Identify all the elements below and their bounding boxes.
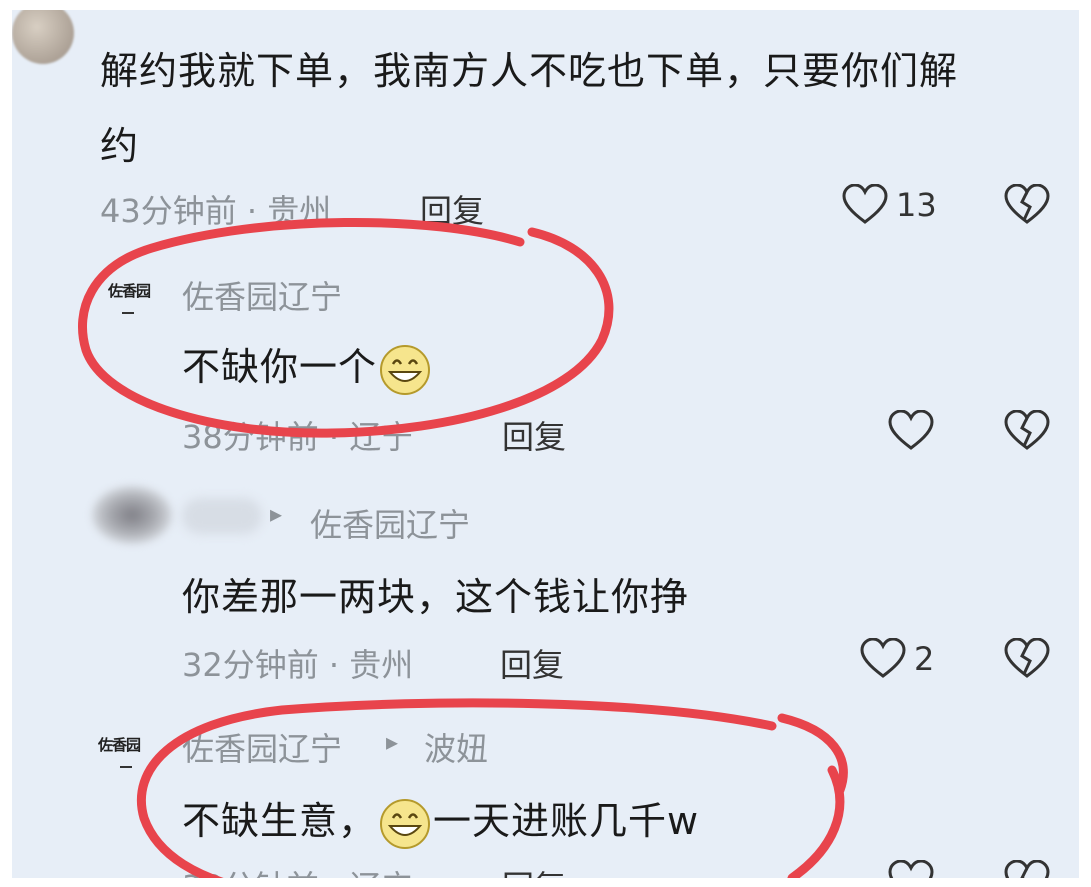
comment-screen: 解约我就下单，我南方人不吃也下单，只要你们解 约 43分钟前 · 贵州 回复 1… xyxy=(12,10,1079,878)
highlight-annotations xyxy=(78,217,848,878)
highlight-circle-2 xyxy=(136,698,845,878)
highlight-circle-1 xyxy=(78,217,614,438)
